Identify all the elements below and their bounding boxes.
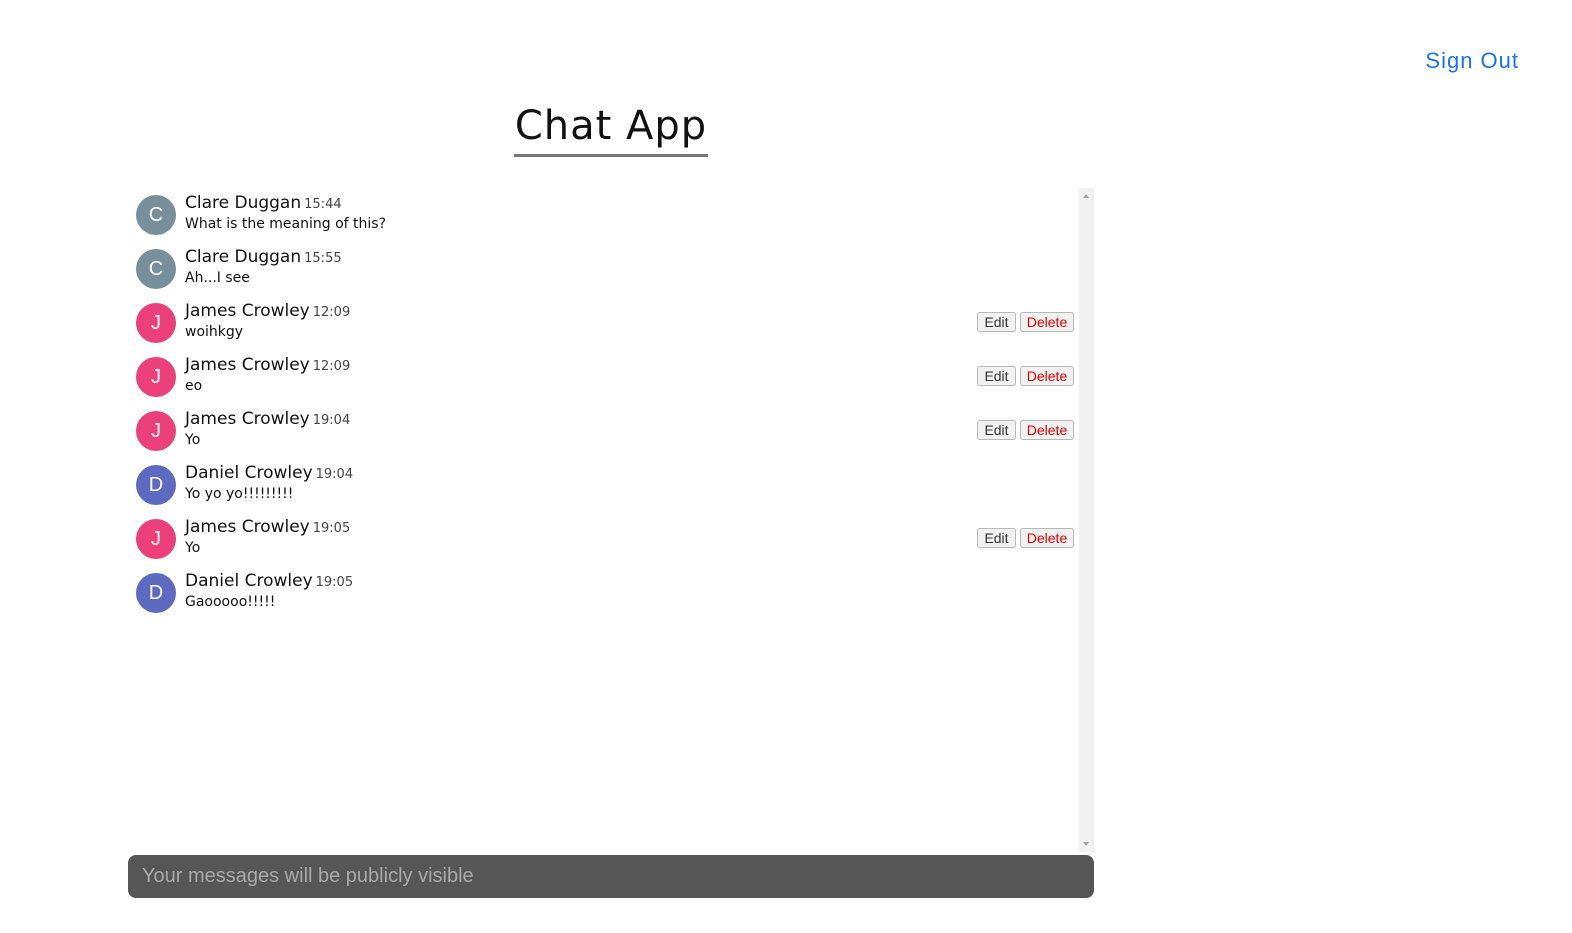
scroll-down-arrow-icon[interactable] — [1083, 842, 1089, 846]
delete-message-button[interactable]: Delete — [1020, 366, 1074, 386]
message-timestamp: 19:05 — [315, 575, 354, 590]
message-row: D Daniel Crowley 19:04 Yo yo yo!!!!!!!!! — [128, 458, 1079, 512]
avatar: J — [136, 303, 176, 343]
sender-name: Daniel Crowley — [185, 571, 313, 591]
title-container: Chat App — [128, 100, 1094, 157]
sign-out-link[interactable]: Sign Out — [1425, 48, 1519, 74]
sender-name: James Crowley — [185, 517, 310, 537]
message-meta: Daniel Crowley 19:05 — [185, 571, 353, 591]
delete-message-button[interactable]: Delete — [1020, 312, 1074, 332]
page-title: Chat App — [513, 100, 709, 157]
message-timestamp: 12:09 — [312, 359, 351, 374]
message-row: C Clare Duggan 15:44 What is the meaning of… — [128, 188, 1079, 242]
sender-name: James Crowley — [185, 355, 310, 375]
sender-name: Clare Duggan — [185, 193, 302, 213]
message-text: Gaooooo!!!!! — [185, 594, 276, 610]
avatar: D — [136, 465, 176, 505]
message-timestamp: 19:04 — [315, 467, 354, 482]
message-timestamp: 15:44 — [304, 197, 342, 212]
message-meta: James Crowley 12:09 — [185, 301, 350, 321]
avatar: C — [136, 249, 176, 289]
message-text: What is the meaning of this? — [185, 216, 387, 232]
message-timestamp: 19:05 — [312, 521, 351, 536]
message-meta: Daniel Crowley 19:04 — [185, 463, 353, 483]
message-timestamp: 19:04 — [312, 413, 351, 428]
edit-message-button[interactable]: Edit — [977, 420, 1016, 440]
scroll-up-arrow-icon[interactable] — [1083, 194, 1089, 198]
avatar: J — [136, 519, 176, 559]
message-text: Yo — [185, 432, 201, 448]
message-text: Yo — [185, 540, 201, 556]
message-row: D Daniel Crowley 19:05 Gaooooo!!!!! — [128, 566, 1079, 620]
avatar: D — [136, 573, 176, 613]
edit-message-button[interactable]: Edit — [977, 312, 1016, 332]
message-timestamp: 15:55 — [304, 251, 342, 266]
message-text: Ah...I see — [185, 270, 250, 286]
message-row: J James Crowley 19:04 Yo Edit Delete — [128, 404, 1079, 458]
message-row: C Clare Duggan 15:55 Ah...I see — [128, 242, 1079, 296]
delete-message-button[interactable]: Delete — [1020, 420, 1074, 440]
avatar: J — [136, 411, 176, 451]
sender-name: Daniel Crowley — [185, 463, 313, 483]
delete-message-button[interactable]: Delete — [1020, 528, 1074, 548]
message-text: eo — [185, 378, 203, 394]
message-row: J James Crowley 19:05 Yo Edit Delete — [128, 512, 1079, 566]
message-input[interactable] — [128, 855, 1094, 898]
avatar: J — [136, 357, 176, 397]
message-timestamp: 12:09 — [312, 305, 351, 320]
edit-message-button[interactable]: Edit — [977, 366, 1016, 386]
message-meta: James Crowley 12:09 — [185, 355, 350, 375]
edit-message-button[interactable]: Edit — [977, 528, 1016, 548]
message-meta: Clare Duggan 15:44 — [185, 193, 342, 213]
message-text: woihkgy — [185, 324, 244, 340]
message-row: J James Crowley 12:09 eo Edit Delete — [128, 350, 1079, 404]
message-list-scrollbar[interactable] — [1079, 188, 1094, 852]
sender-name: James Crowley — [185, 301, 310, 321]
message-list[interactable]: C Clare Duggan 15:44 What is the meaning of… — [128, 188, 1079, 852]
avatar: C — [136, 195, 176, 235]
message-meta: James Crowley 19:05 — [185, 517, 350, 537]
sender-name: Clare Duggan — [185, 247, 302, 267]
message-meta: James Crowley 19:04 — [185, 409, 350, 429]
sender-name: James Crowley — [185, 409, 310, 429]
message-text: Yo yo yo!!!!!!!!! — [185, 486, 294, 502]
message-meta: Clare Duggan 15:55 — [185, 247, 342, 267]
message-row: J James Crowley 12:09 woihkgy Edit Delete — [128, 296, 1079, 350]
